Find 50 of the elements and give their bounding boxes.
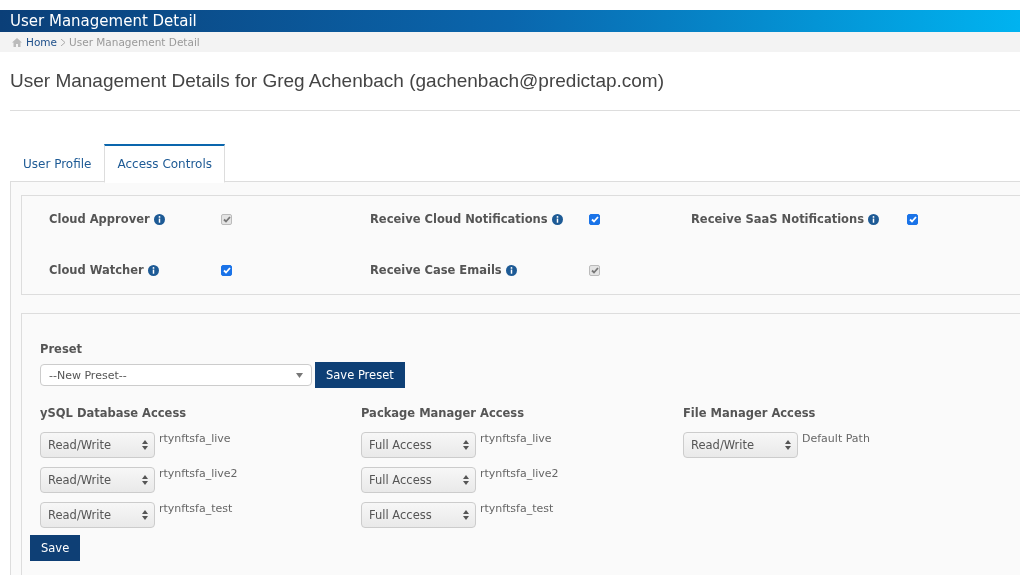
permission-label: Cloud Watcher <box>49 263 144 277</box>
info-icon <box>153 213 165 225</box>
save-preset-button[interactable]: Save Preset <box>315 362 405 388</box>
access-group-title: ySQL Database Access <box>40 406 188 422</box>
permission-label: Cloud Approver <box>49 212 150 226</box>
resource-name: rtynftsfa_live <box>480 432 552 445</box>
up-down-arrows-icon <box>142 510 148 520</box>
up-down-arrows-icon <box>463 475 469 485</box>
chevron-icon <box>61 38 65 46</box>
up-down-arrows-icon <box>463 440 469 450</box>
page-header: User Management Detail <box>0 10 1020 32</box>
checkbox[interactable] <box>907 214 918 225</box>
access-group-title: File Manager Access <box>683 406 817 422</box>
resource-name: Default Path <box>802 432 870 445</box>
info-icon <box>147 264 159 276</box>
resource-name: rtynftsfa_live2 <box>159 467 238 480</box>
save-button[interactable]: Save <box>30 535 81 561</box>
up-down-arrows-icon <box>142 475 148 485</box>
up-down-arrows-icon <box>142 440 148 450</box>
breadcrumb-link[interactable]: Home <box>26 36 57 48</box>
resource-name: rtynftsfa_live <box>159 432 231 445</box>
permission-label: Receive Case Emails <box>370 263 502 277</box>
access-level-select[interactable]: Read/Write <box>683 432 798 458</box>
page-title: User Management Details for Greg Achenbach (gachenbach@predictap.com) <box>9 69 665 93</box>
access-level-select[interactable]: Read/Write <box>40 432 155 458</box>
preset-dropdown[interactable]: --New Preset-- <box>40 364 312 386</box>
info-icon <box>868 213 880 225</box>
access-level-select[interactable]: Full Access <box>361 467 476 493</box>
checkbox[interactable] <box>589 214 600 225</box>
permission-label: Receive Cloud Notifications <box>370 212 548 226</box>
breadcrumb-current: User Management Detail <box>69 36 200 48</box>
up-down-arrows-icon <box>463 510 469 520</box>
access-level-select[interactable]: Read/Write <box>40 502 155 528</box>
caret-icon <box>296 372 303 378</box>
access-group-title: Package Manager Access <box>361 406 526 422</box>
tab[interactable]: Access Controls <box>104 144 225 183</box>
access-level-select[interactable]: Full Access <box>361 432 476 458</box>
info-icon <box>551 213 563 225</box>
up-down-arrows-icon <box>785 440 791 450</box>
preset-label: Preset <box>40 342 84 356</box>
access-level-select[interactable]: Read/Write <box>40 467 155 493</box>
resource-name: rtynftsfa_test <box>159 502 233 515</box>
access-level-select[interactable]: Full Access <box>361 502 476 528</box>
tab[interactable]: User Profile <box>10 144 105 182</box>
checkbox[interactable] <box>221 265 232 276</box>
home-icon <box>12 37 22 47</box>
permission-label: Receive SaaS Notifications <box>691 212 865 226</box>
resource-name: rtynftsfa_test <box>480 502 554 515</box>
info-icon <box>505 264 517 276</box>
resource-name: rtynftsfa_live2 <box>480 467 559 480</box>
